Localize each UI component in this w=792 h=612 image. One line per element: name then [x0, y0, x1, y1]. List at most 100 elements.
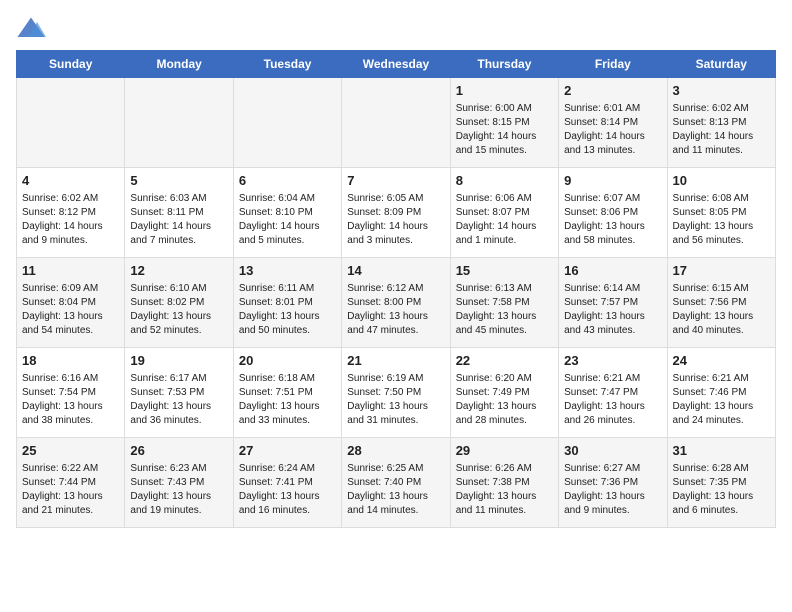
day-info-line: Sunrise: 6:25 AM: [347, 462, 444, 476]
day-number: 30: [564, 442, 661, 460]
day-number: 25: [22, 442, 119, 460]
day-number: 12: [130, 262, 227, 280]
day-number: 3: [673, 82, 770, 100]
day-info-line: and 1 minute.: [456, 234, 553, 248]
calendar-cell: 20Sunrise: 6:18 AMSunset: 7:51 PMDayligh…: [233, 348, 341, 438]
calendar-cell: [342, 78, 450, 168]
day-info-line: Sunset: 7:57 PM: [564, 296, 661, 310]
day-info-line: Sunset: 7:36 PM: [564, 476, 661, 490]
day-info-line: and 47 minutes.: [347, 324, 444, 338]
day-info-line: Sunset: 7:40 PM: [347, 476, 444, 490]
day-number: 28: [347, 442, 444, 460]
calendar-cell: 24Sunrise: 6:21 AMSunset: 7:46 PMDayligh…: [667, 348, 775, 438]
day-info-line: Daylight: 13 hours: [564, 400, 661, 414]
day-info-line: Sunset: 8:04 PM: [22, 296, 119, 310]
day-number: 7: [347, 172, 444, 190]
day-info-line: Sunset: 7:41 PM: [239, 476, 336, 490]
day-info-line: Sunset: 8:09 PM: [347, 206, 444, 220]
day-info-line: and 11 minutes.: [456, 504, 553, 518]
day-info-line: and 21 minutes.: [22, 504, 119, 518]
day-info-line: Daylight: 13 hours: [456, 400, 553, 414]
day-number: 1: [456, 82, 553, 100]
day-number: 29: [456, 442, 553, 460]
day-info-line: and 19 minutes.: [130, 504, 227, 518]
day-info-line: and 45 minutes.: [456, 324, 553, 338]
day-info-line: Sunset: 7:49 PM: [456, 386, 553, 400]
day-info-line: and 9 minutes.: [22, 234, 119, 248]
day-info-line: Daylight: 14 hours: [456, 220, 553, 234]
day-info-line: Daylight: 14 hours: [456, 130, 553, 144]
day-info-line: Daylight: 13 hours: [239, 490, 336, 504]
day-number: 9: [564, 172, 661, 190]
weekday-header: Wednesday: [342, 51, 450, 78]
weekday-header: Monday: [125, 51, 233, 78]
day-info-line: Sunset: 7:54 PM: [22, 386, 119, 400]
calendar-cell: 5Sunrise: 6:03 AMSunset: 8:11 PMDaylight…: [125, 168, 233, 258]
calendar-cell: 16Sunrise: 6:14 AMSunset: 7:57 PMDayligh…: [559, 258, 667, 348]
day-info-line: Sunset: 8:06 PM: [564, 206, 661, 220]
day-info-line: Sunset: 8:05 PM: [673, 206, 770, 220]
day-info-line: and 15 minutes.: [456, 144, 553, 158]
day-info-line: Sunrise: 6:20 AM: [456, 372, 553, 386]
day-info-line: Sunrise: 6:28 AM: [673, 462, 770, 476]
calendar-cell: 21Sunrise: 6:19 AMSunset: 7:50 PMDayligh…: [342, 348, 450, 438]
day-number: 8: [456, 172, 553, 190]
day-number: 31: [673, 442, 770, 460]
day-info-line: Sunrise: 6:27 AM: [564, 462, 661, 476]
day-info-line: Sunrise: 6:14 AM: [564, 282, 661, 296]
day-info-line: Daylight: 13 hours: [456, 490, 553, 504]
day-info-line: Daylight: 13 hours: [239, 400, 336, 414]
day-info-line: Daylight: 13 hours: [22, 490, 119, 504]
day-info-line: Sunrise: 6:10 AM: [130, 282, 227, 296]
calendar-cell: 10Sunrise: 6:08 AMSunset: 8:05 PMDayligh…: [667, 168, 775, 258]
day-info-line: Sunset: 7:46 PM: [673, 386, 770, 400]
day-number: 22: [456, 352, 553, 370]
calendar-week-row: 1Sunrise: 6:00 AMSunset: 8:15 PMDaylight…: [17, 78, 776, 168]
day-info-line: and 58 minutes.: [564, 234, 661, 248]
day-info-line: and 24 minutes.: [673, 414, 770, 428]
calendar-cell: 27Sunrise: 6:24 AMSunset: 7:41 PMDayligh…: [233, 438, 341, 528]
day-info-line: Daylight: 13 hours: [564, 310, 661, 324]
day-info-line: Daylight: 13 hours: [673, 400, 770, 414]
day-number: 4: [22, 172, 119, 190]
logo-icon: [16, 16, 46, 40]
day-info-line: Sunrise: 6:22 AM: [22, 462, 119, 476]
day-info-line: Daylight: 13 hours: [347, 490, 444, 504]
day-info-line: Sunset: 8:14 PM: [564, 116, 661, 130]
calendar-cell: 6Sunrise: 6:04 AMSunset: 8:10 PMDaylight…: [233, 168, 341, 258]
day-info-line: and 38 minutes.: [22, 414, 119, 428]
day-info-line: and 54 minutes.: [22, 324, 119, 338]
day-info-line: Daylight: 13 hours: [564, 220, 661, 234]
calendar-header: SundayMondayTuesdayWednesdayThursdayFrid…: [17, 51, 776, 78]
day-number: 19: [130, 352, 227, 370]
day-info-line: Daylight: 13 hours: [347, 400, 444, 414]
day-info-line: Sunrise: 6:04 AM: [239, 192, 336, 206]
day-info-line: and 40 minutes.: [673, 324, 770, 338]
day-number: 10: [673, 172, 770, 190]
calendar-cell: 29Sunrise: 6:26 AMSunset: 7:38 PMDayligh…: [450, 438, 558, 528]
day-info-line: Daylight: 13 hours: [239, 310, 336, 324]
day-info-line: Sunrise: 6:23 AM: [130, 462, 227, 476]
day-info-line: Daylight: 14 hours: [564, 130, 661, 144]
day-info-line: and 43 minutes.: [564, 324, 661, 338]
day-info-line: Daylight: 13 hours: [347, 310, 444, 324]
day-info-line: and 56 minutes.: [673, 234, 770, 248]
calendar-cell: 14Sunrise: 6:12 AMSunset: 8:00 PMDayligh…: [342, 258, 450, 348]
calendar-table: SundayMondayTuesdayWednesdayThursdayFrid…: [16, 50, 776, 528]
day-info-line: Sunset: 7:58 PM: [456, 296, 553, 310]
calendar-body: 1Sunrise: 6:00 AMSunset: 8:15 PMDaylight…: [17, 78, 776, 528]
day-info-line: Daylight: 13 hours: [564, 490, 661, 504]
day-info-line: Sunrise: 6:16 AM: [22, 372, 119, 386]
day-info-line: and 50 minutes.: [239, 324, 336, 338]
day-info-line: Sunrise: 6:26 AM: [456, 462, 553, 476]
day-number: 17: [673, 262, 770, 280]
day-info-line: and 5 minutes.: [239, 234, 336, 248]
weekday-header: Friday: [559, 51, 667, 78]
day-info-line: Daylight: 14 hours: [347, 220, 444, 234]
day-info-line: and 52 minutes.: [130, 324, 227, 338]
calendar-cell: 2Sunrise: 6:01 AMSunset: 8:14 PMDaylight…: [559, 78, 667, 168]
day-info-line: Sunrise: 6:02 AM: [673, 102, 770, 116]
day-number: 20: [239, 352, 336, 370]
calendar-cell: 7Sunrise: 6:05 AMSunset: 8:09 PMDaylight…: [342, 168, 450, 258]
day-info-line: Daylight: 14 hours: [673, 130, 770, 144]
